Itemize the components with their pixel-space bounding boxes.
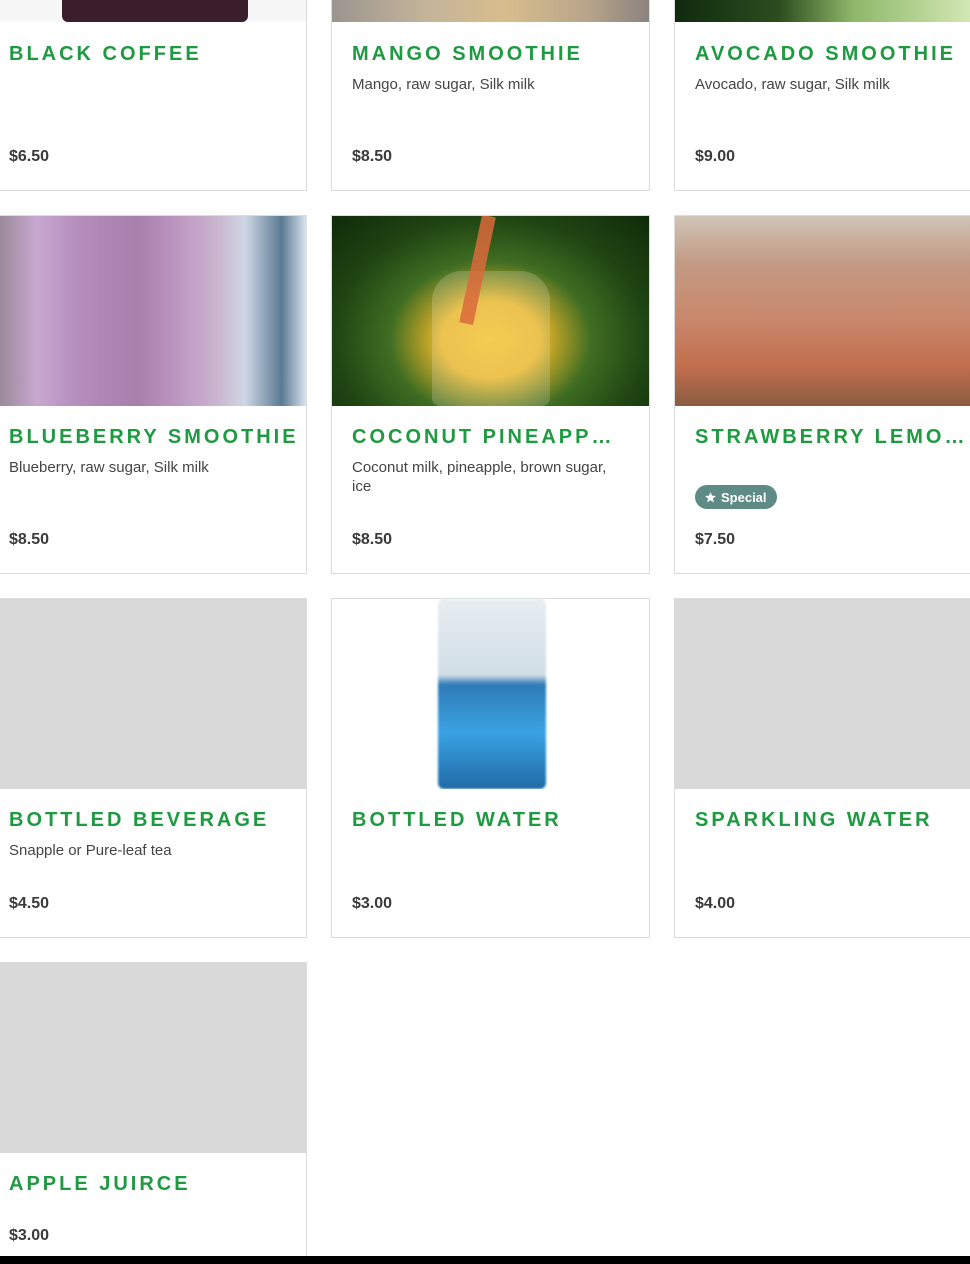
item-name: Apple Juirce bbox=[9, 1173, 191, 1195]
star-icon bbox=[705, 491, 716, 502]
item-price: $9.00 bbox=[695, 148, 736, 165]
sparkling-water-image-placeholder bbox=[675, 599, 970, 789]
item-description: Blueberry, raw sugar, Silk milk bbox=[9, 459, 209, 476]
item-price: $3.00 bbox=[9, 1227, 50, 1244]
menu-item-card-blueberry-smoothie[interactable]: Blueberry Smoothie Blueberry, raw sugar,… bbox=[0, 215, 307, 574]
item-name: Coconut Pineapple Smoothie bbox=[352, 426, 615, 448]
coconut-pineapple-image bbox=[332, 216, 649, 406]
bottled-beverage-image-placeholder bbox=[0, 599, 306, 789]
item-name: Sparkling Water bbox=[695, 809, 933, 831]
item-name: Mango Smoothie bbox=[352, 43, 583, 65]
item-price: $3.00 bbox=[352, 895, 393, 912]
item-price: $4.00 bbox=[695, 895, 736, 912]
menu-item-card-apple-juice[interactable]: Apple Juirce $3.00 bbox=[0, 962, 307, 1264]
blueberry-smoothie-image bbox=[0, 216, 306, 406]
item-name: Blueberry Smoothie bbox=[9, 426, 299, 448]
item-price: $7.50 bbox=[695, 531, 736, 548]
item-description: Coconut milk, pineapple, brown sugar, ic… bbox=[352, 459, 607, 495]
item-price: $6.50 bbox=[9, 148, 50, 165]
menu-item-card-coconut-pineapple[interactable]: Coconut Pineapple Smoothie Coconut milk,… bbox=[331, 215, 650, 574]
bottom-bar bbox=[0, 1256, 970, 1264]
item-name: Bottled Water bbox=[352, 809, 562, 831]
item-price: $8.50 bbox=[352, 148, 393, 165]
mango-smoothie-image bbox=[332, 0, 649, 22]
black-coffee-image bbox=[0, 0, 306, 22]
special-badge: Special bbox=[695, 485, 777, 509]
badge-label: Special bbox=[721, 489, 767, 505]
item-price: $4.50 bbox=[9, 895, 50, 912]
bottled-water-image bbox=[332, 599, 649, 789]
item-price: $8.50 bbox=[9, 531, 50, 548]
menu-item-card-sparkling-water[interactable]: Sparkling Water $4.00 bbox=[674, 598, 970, 938]
strawberry-lemonade-image bbox=[675, 216, 970, 406]
item-name: Black Coffee bbox=[9, 43, 202, 65]
menu-item-card-strawberry-lemonade[interactable]: Strawberry Lemonade Special $7.50 bbox=[674, 215, 970, 574]
item-description: Avocado, raw sugar, Silk milk bbox=[695, 76, 890, 93]
item-name: Strawberry Lemonade bbox=[695, 426, 970, 448]
menu-item-card-bottled-beverage[interactable]: Bottled Beverage Snapple or Pure-leaf te… bbox=[0, 598, 307, 938]
item-name: Avocado Smoothie bbox=[695, 43, 956, 65]
item-price: $8.50 bbox=[352, 531, 393, 548]
item-name: Bottled Beverage bbox=[9, 809, 270, 831]
item-description: Snapple or Pure-leaf tea bbox=[9, 842, 172, 859]
menu-item-card-mango-smoothie[interactable]: Mango Smoothie Mango, raw sugar, Silk mi… bbox=[331, 0, 650, 191]
menu-item-card-black-coffee[interactable]: Black Coffee $6.50 bbox=[0, 0, 307, 191]
apple-juice-image-placeholder bbox=[0, 963, 306, 1153]
menu-item-card-bottled-water[interactable]: Bottled Water $3.00 bbox=[331, 598, 650, 938]
item-description: Mango, raw sugar, Silk milk bbox=[352, 76, 535, 93]
menu-item-card-avocado-smoothie[interactable]: Avocado Smoothie Avocado, raw sugar, Sil… bbox=[674, 0, 970, 191]
avocado-smoothie-image bbox=[675, 0, 970, 22]
